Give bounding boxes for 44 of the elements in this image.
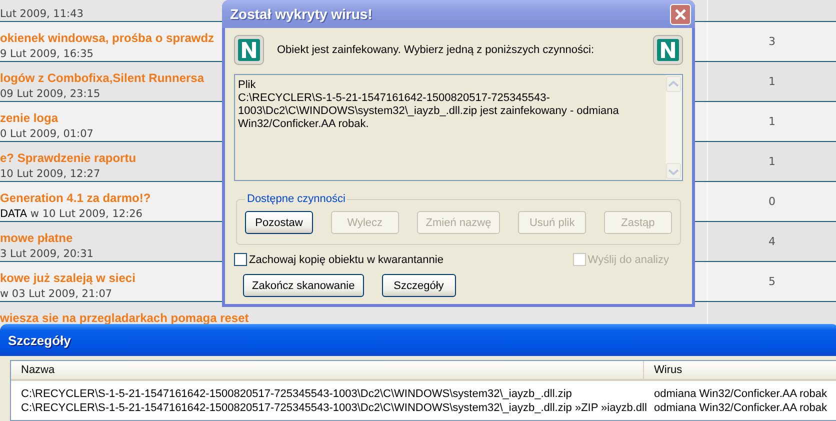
topic-date: 9 Lut 2009, 16:35 [0, 48, 94, 60]
logo-icon [234, 35, 264, 65]
reply-count: 3 [768, 35, 776, 48]
close-icon [674, 8, 687, 20]
reply-count: 1 [768, 75, 776, 88]
reply-count: 4 [768, 235, 776, 248]
close-button[interactable] [670, 4, 691, 24]
dialog-button[interactable]: Zakończ skanowanie [243, 274, 364, 297]
table-cell-text: C:\RECYCLER\S-1-5-21-1547161642-1500820517-725345543-1003\Dc2\C\WINDOWS\system32\_iayzb_.dll.zip »ZIP »iayzb.dll [20, 402, 644, 414]
details-text: Plik C:\RECYCLER\S-1-5-21-1547161642-1500820517-725345543-1003\Dc2\C\WINDOWS\system32\_iayzb_.dll.zip jest zainfekowany - odmiana Win32/Conficker.AA robak. [237, 78, 620, 132]
topic-author[interactable]: DATA [0, 208, 28, 220]
reply-count: 1 [768, 115, 776, 128]
reply-count: 5 [768, 275, 776, 288]
reply-count: 1 [768, 155, 776, 168]
topic-title[interactable]: mowe płatne [0, 231, 73, 246]
checkbox-label: Wyślij do analizy [588, 254, 669, 266]
topic-title[interactable]: e? Sprawdzenie raportu [0, 151, 136, 166]
checkbox[interactable] [234, 253, 247, 266]
table-cell-text: odmiana Win32/Conficker.AA robak [653, 388, 828, 400]
column-header[interactable]: Wirus [644, 361, 836, 379]
topic-title[interactable]: okienek windowsa, prośba o sprawdz [0, 31, 214, 46]
topic-date: 09 Lut 2009, 23:15 [0, 88, 100, 100]
topic-title[interactable]: wiesza sie na przegladarkach pomaga reset [0, 311, 249, 326]
topic-title[interactable]: logów z Combofixa,Silent Runnersa [0, 71, 204, 86]
table-cell-text: C:\RECYCLER\S-1-5-21-1547161642-1500820517-725345543-1003\Dc2\C\WINDOWS\system32\_iayzb_.dll.zip [20, 388, 573, 400]
topic-date: w 03 Lut 2009, 21:07 [0, 288, 112, 300]
topic-date: w 10 Lut 2009, 12:26 [30, 208, 142, 220]
logo-icon [653, 35, 683, 65]
topic-date: 3 Lut 2009, 20:31 [0, 248, 94, 260]
topic-date: 10 Lut 2009, 12:27 [0, 168, 100, 180]
topic-title[interactable]: kowe już szaleją w sieci [0, 271, 136, 286]
group-label: Dostępne czynności [246, 193, 346, 205]
topic-title[interactable]: Generation 4.1 za darmo!? [0, 191, 151, 206]
checkbox-label: Zachowaj kopię obiektu w kwarantannie [249, 254, 444, 266]
reply-count: 0 [768, 195, 776, 208]
action-button[interactable]: Pozostaw [245, 211, 313, 234]
column-header[interactable]: Nazwa [11, 361, 644, 379]
topic-date: Lut 2009, 11:43 [0, 8, 84, 20]
topic-date: 0 Lut 2009, 01:07 [0, 128, 94, 140]
dialog-message: Obiekt jest zainfekowany. Wybierz jedną z poniższych czynności: [277, 44, 596, 56]
dialog-button[interactable]: Szczegóły [382, 274, 456, 297]
window-title: Szczegóły [8, 332, 71, 348]
window-title: Został wykryty wirus! [230, 6, 372, 22]
topic-title[interactable]: zenie loga [0, 111, 58, 126]
